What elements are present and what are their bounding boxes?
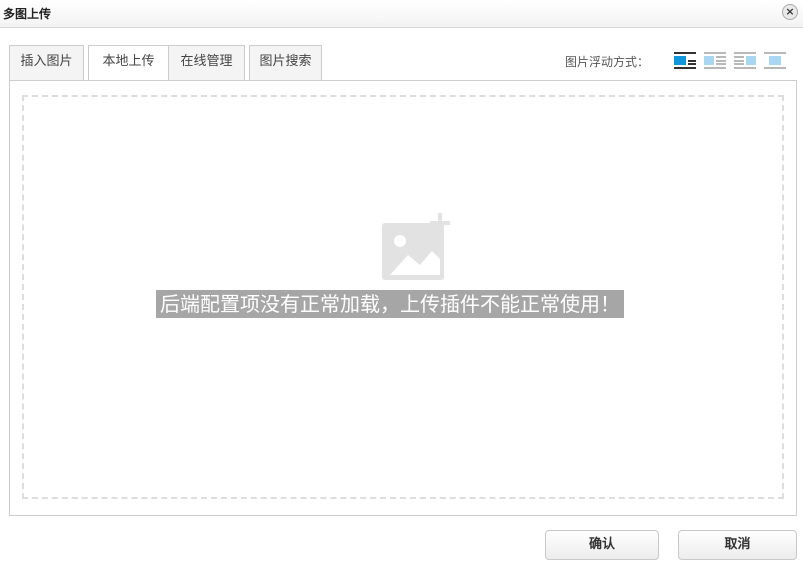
upload-dropzone[interactable]: 后端配置项没有正常加载，上传插件不能正常使用！ — [22, 95, 784, 499]
float-label: 图片浮动方式： — [565, 55, 650, 69]
close-button[interactable]: × — [782, 4, 798, 20]
confirm-button[interactable]: 确认 — [545, 530, 659, 560]
dialog-title: 多图上传 — [3, 7, 52, 21]
tab-insert-image[interactable]: 插入图片 — [9, 45, 84, 80]
close-icon: × — [785, 5, 795, 18]
tab-local-upload[interactable]: 本地上传 — [88, 45, 169, 81]
error-message: 后端配置项没有正常加载，上传插件不能正常使用！ — [156, 290, 624, 318]
float-center-icon[interactable] — [763, 51, 787, 71]
upload-panel: 后端配置项没有正常加载，上传插件不能正常使用！ — [9, 80, 797, 516]
image-add-icon — [382, 213, 450, 280]
tab-image-search[interactable]: 图片搜索 — [249, 45, 322, 80]
tab-label: 图片搜索 — [259, 54, 312, 69]
tab-label: 在线管理 — [180, 54, 233, 69]
float-none-icon[interactable] — [673, 51, 697, 71]
float-right-icon[interactable] — [733, 51, 757, 71]
cancel-button[interactable]: 取消 — [678, 530, 797, 560]
float-left-icon[interactable] — [703, 51, 727, 71]
dialog-titlebar: 多图上传 × — [0, 0, 803, 28]
tab-label: 本地上传 — [102, 54, 155, 69]
tab-label: 插入图片 — [20, 54, 73, 69]
tab-online-manage[interactable]: 在线管理 — [168, 45, 245, 80]
